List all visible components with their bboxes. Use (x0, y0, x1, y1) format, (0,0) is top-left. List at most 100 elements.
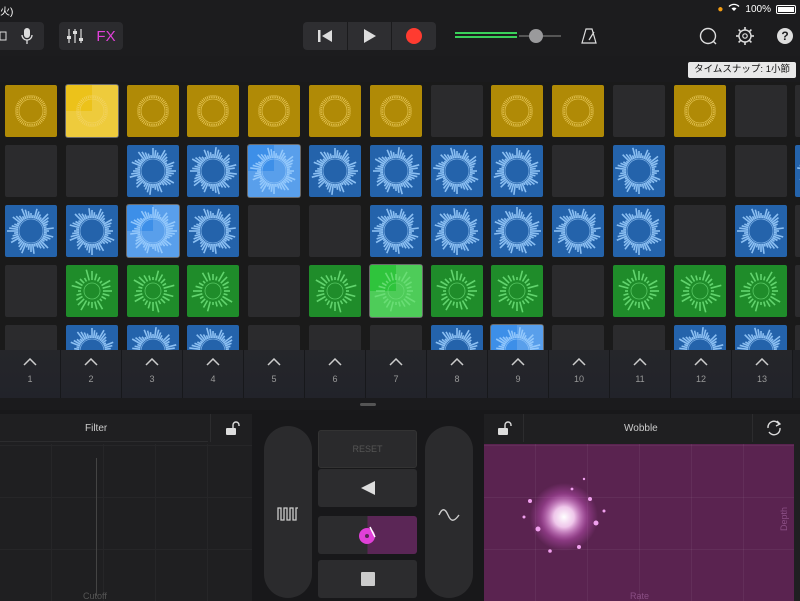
loop-cell-blue[interactable] (491, 145, 544, 197)
loop-browser-icon[interactable] (696, 24, 720, 48)
empty-cell[interactable] (248, 325, 301, 350)
scratch-button[interactable] (318, 516, 417, 554)
column-trigger-6[interactable]: 6 (305, 350, 366, 398)
loop-cell-green[interactable] (491, 265, 544, 317)
loop-cell-yellow[interactable] (369, 85, 422, 137)
empty-cell[interactable] (613, 85, 665, 137)
loop-cell-yellow[interactable] (491, 85, 544, 137)
settings-gear-icon[interactable] (733, 24, 757, 48)
loop-cell-blue[interactable] (187, 205, 240, 257)
volume-knob[interactable] (529, 29, 543, 43)
loop-cell-yellow[interactable] (552, 85, 605, 137)
master-volume-slider[interactable] (519, 29, 561, 43)
gater-pill-button[interactable] (264, 426, 312, 598)
empty-cell[interactable] (309, 205, 361, 257)
loop-cell-blue[interactable] (491, 205, 544, 257)
empty-cell[interactable] (795, 265, 800, 317)
record-button[interactable] (392, 22, 436, 50)
loop-cell-green[interactable] (126, 265, 179, 317)
loop-cell-blue[interactable] (248, 145, 301, 197)
empty-cell[interactable] (65, 145, 118, 197)
loop-cell-blue[interactable] (187, 325, 240, 350)
metronome-icon[interactable] (578, 24, 600, 48)
loop-cell-blue[interactable] (369, 205, 422, 257)
loop-cell-yellow[interactable] (248, 85, 301, 137)
column-trigger-8[interactable]: 8 (427, 350, 488, 398)
empty-cell[interactable] (5, 265, 57, 317)
column-trigger-2[interactable]: 2 (61, 350, 122, 398)
empty-cell[interactable] (552, 325, 605, 350)
stop-button[interactable] (318, 560, 417, 598)
drag-handle[interactable] (360, 403, 376, 406)
loop-cell-blue[interactable] (613, 205, 665, 257)
go-to-start-button[interactable] (303, 22, 348, 50)
loop-cell-yellow[interactable] (126, 85, 179, 137)
empty-cell[interactable] (613, 325, 665, 350)
loop-cell-blue[interactable] (187, 145, 240, 197)
wobble-swap-button[interactable] (752, 414, 794, 442)
empty-cell[interactable] (673, 145, 726, 197)
column-trigger-11[interactable]: 11 (610, 350, 671, 398)
reverse-button[interactable] (318, 469, 417, 507)
fx-button[interactable]: FX (93, 26, 119, 46)
column-trigger-1[interactable]: 1 (0, 350, 61, 398)
loop-cell-blue[interactable] (613, 145, 665, 197)
loop-cell-blue[interactable] (430, 205, 483, 257)
column-trigger-10[interactable]: 10 (549, 350, 610, 398)
loop-cell-green[interactable] (65, 265, 118, 317)
loop-cell-blue[interactable] (126, 325, 179, 350)
column-trigger-7[interactable]: 7 (366, 350, 427, 398)
column-trigger-13[interactable]: 13 (732, 350, 793, 398)
loop-cell-green[interactable] (187, 265, 240, 317)
loop-cell-blue[interactable] (126, 145, 179, 197)
loop-cell-green[interactable] (309, 265, 361, 317)
empty-cell[interactable] (430, 85, 483, 137)
empty-cell[interactable] (369, 325, 422, 350)
empty-cell[interactable] (552, 145, 605, 197)
column-trigger-9[interactable]: 9 (488, 350, 549, 398)
help-icon[interactable]: ? (774, 25, 796, 47)
empty-cell[interactable] (248, 265, 301, 317)
loop-cell-blue[interactable] (369, 145, 422, 197)
loop-cell-blue[interactable] (65, 205, 118, 257)
empty-cell[interactable] (673, 205, 726, 257)
loop-cell-yellow[interactable] (65, 85, 118, 137)
empty-cell[interactable] (795, 85, 800, 137)
loop-cell-green[interactable] (673, 265, 726, 317)
loop-cell-green[interactable] (430, 265, 483, 317)
empty-cell[interactable] (734, 85, 787, 137)
loop-cell-green[interactable] (613, 265, 665, 317)
play-button[interactable] (348, 22, 393, 50)
loop-cell-green[interactable] (734, 265, 787, 317)
loop-cell-yellow[interactable] (673, 85, 726, 137)
empty-cell[interactable] (5, 145, 57, 197)
filter-xy-pad[interactable]: Cutoff (0, 444, 252, 601)
wobble-pill-button[interactable] (425, 426, 473, 598)
microphone-icon[interactable] (18, 26, 36, 46)
time-snap-button[interactable]: タイムスナップ: 1小節 (688, 62, 796, 78)
column-trigger-5[interactable]: 5 (244, 350, 305, 398)
column-trigger-3[interactable]: 3 (122, 350, 183, 398)
loop-cell-blue[interactable] (430, 145, 483, 197)
loop-cell-blue[interactable] (734, 205, 787, 257)
loop-cell-green[interactable] (369, 265, 422, 317)
loop-cell-blue[interactable] (673, 325, 726, 350)
loop-cell-yellow[interactable] (309, 85, 361, 137)
loop-cell-blue[interactable] (795, 145, 800, 197)
column-trigger-12[interactable]: 12 (671, 350, 732, 398)
loop-cell-yellow[interactable] (187, 85, 240, 137)
loop-cell-blue[interactable] (734, 325, 787, 350)
filter-lock-button[interactable] (210, 414, 252, 442)
loop-cell-blue[interactable] (5, 205, 57, 257)
empty-cell[interactable] (309, 325, 361, 350)
loop-cell-blue[interactable] (552, 205, 605, 257)
wobble-lock-button[interactable] (484, 414, 524, 442)
tracks-view-icon[interactable] (0, 28, 12, 44)
loop-cell-blue[interactable] (65, 325, 118, 350)
loop-cell-yellow[interactable] (5, 85, 57, 137)
empty-cell[interactable] (734, 145, 787, 197)
empty-cell[interactable] (795, 325, 800, 350)
empty-cell[interactable] (795, 205, 800, 257)
loop-cell-blue[interactable] (430, 325, 483, 350)
loop-cell-blue[interactable] (309, 145, 361, 197)
